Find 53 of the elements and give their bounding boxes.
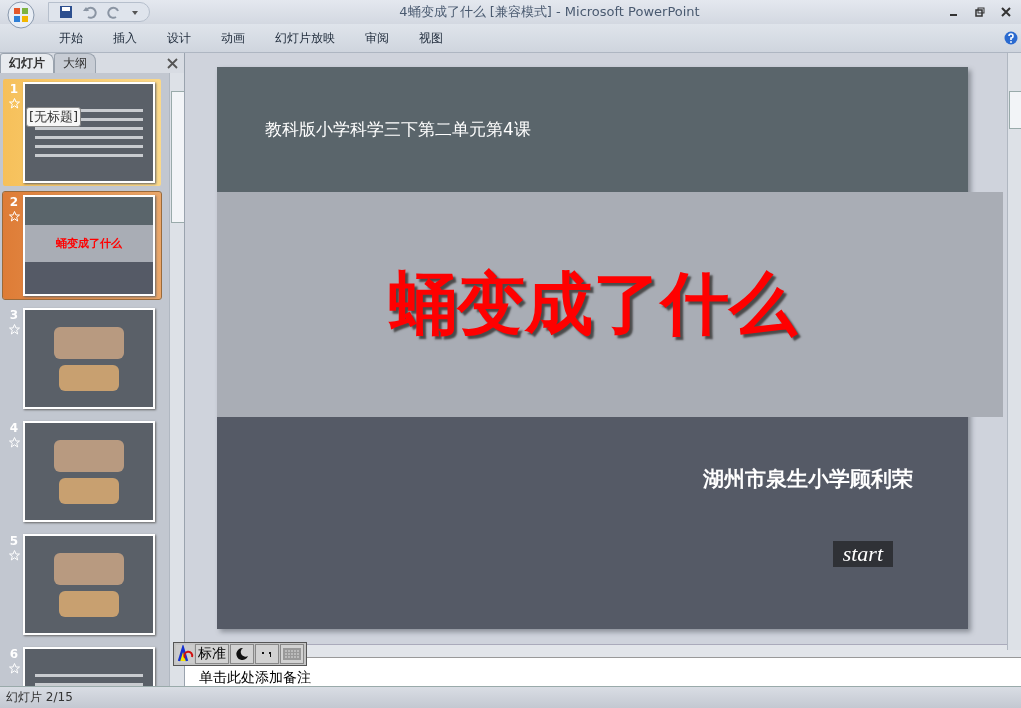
photo-placeholder xyxy=(54,552,124,585)
ime-logo-icon[interactable] xyxy=(176,645,194,663)
tooltip: [无标题] xyxy=(26,107,82,127)
star-icon xyxy=(8,550,20,561)
course-subtitle: 教科版小学科学三下第二单元第4课 xyxy=(265,118,531,141)
close-icon[interactable] xyxy=(167,57,178,69)
pane-tab[interactable]: 幻灯片 xyxy=(0,53,54,73)
photo-placeholder xyxy=(59,590,119,617)
ribbon-tab[interactable]: 设计 xyxy=(152,29,206,47)
save-icon[interactable] xyxy=(59,5,73,19)
photo-placeholder xyxy=(59,364,119,391)
star-icon xyxy=(8,324,20,335)
star-icon xyxy=(8,663,20,674)
punctuation-icon[interactable] xyxy=(261,650,273,658)
slide-thumbnail[interactable] xyxy=(23,421,155,522)
restore-icon[interactable] xyxy=(975,7,985,17)
slide-thumbnail[interactable] xyxy=(23,82,155,183)
star-icon xyxy=(8,98,20,109)
help-icon[interactable] xyxy=(1004,31,1018,45)
ribbon-tab[interactable]: 动画 xyxy=(206,29,260,47)
ribbon-tab[interactable]: 幻灯片放映 xyxy=(260,29,350,47)
ribbon-tab[interactable]: 插入 xyxy=(98,29,152,47)
window-title: 4蛹变成了什么 [兼容模式] - Microsoft PowerPoint xyxy=(398,3,701,21)
slide-number: 6 xyxy=(9,647,19,661)
star-icon xyxy=(8,437,20,448)
slide-thumbnail[interactable] xyxy=(23,534,155,635)
pane-tab[interactable]: 大纲 xyxy=(54,53,96,73)
slide-number: 3 xyxy=(9,308,19,322)
start-button[interactable]: start xyxy=(832,541,893,567)
slide-title: 蛹变成了什么 xyxy=(388,263,797,345)
notes-prompt[interactable]: 单击此处添加备注 xyxy=(199,669,311,685)
ribbon-tab[interactable]: 开始 xyxy=(44,29,98,47)
thumbnail-title: 蛹变成了什么 xyxy=(56,236,122,251)
star-icon xyxy=(8,211,20,222)
slide-counter: 幻灯片 2/15 xyxy=(6,689,73,706)
ribbon-tab[interactable]: 审阅 xyxy=(350,29,404,47)
slide-number: 2 xyxy=(9,195,19,209)
photo-placeholder xyxy=(59,477,119,504)
slide-number: 1 xyxy=(9,82,19,96)
close-icon[interactable] xyxy=(1001,7,1011,17)
slide-number: 4 xyxy=(9,421,19,435)
slide-thumbnail-row[interactable]: 1 [无标题] xyxy=(3,79,161,186)
author-name: 湖州市泉生小学顾利荣 xyxy=(703,465,913,493)
ime-mode-button[interactable]: 标准 xyxy=(195,644,229,664)
slide-thumbnail[interactable] xyxy=(23,308,155,409)
dropdown-icon[interactable] xyxy=(131,8,139,16)
photo-placeholder xyxy=(54,439,124,472)
moon-icon[interactable] xyxy=(235,647,249,661)
scrollbar[interactable] xyxy=(169,73,184,686)
photo-placeholder xyxy=(54,326,124,359)
scrollbar[interactable] xyxy=(1007,53,1021,650)
ribbon-tab[interactable]: 视图 xyxy=(404,29,458,47)
slide-number: 5 xyxy=(9,534,19,548)
